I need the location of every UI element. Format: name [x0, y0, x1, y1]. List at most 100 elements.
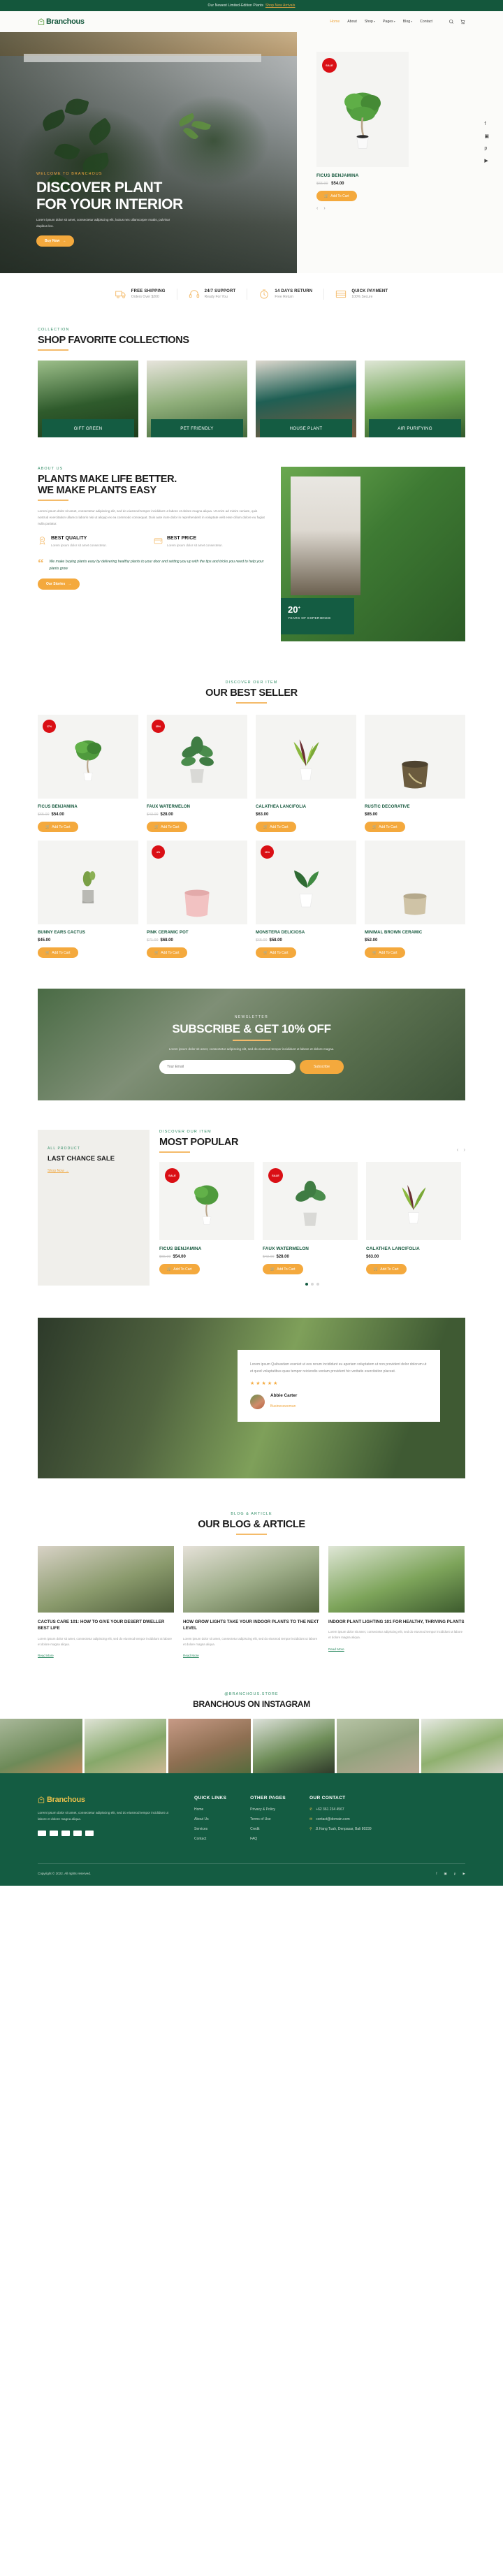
blog-card[interactable]: CACTUS CARE 101: HOW TO GIVE YOUR DESERT…	[38, 1546, 174, 1660]
add-to-cart-button[interactable]: 🛒 Add To Cart	[38, 822, 78, 832]
nav-item-contact[interactable]: Contact	[420, 20, 432, 24]
youtube-icon[interactable]: ▶	[462, 1872, 465, 1876]
footer-link[interactable]: Privacy & Policy	[250, 1807, 286, 1812]
footer-link[interactable]: Credit	[250, 1827, 286, 1831]
product-card[interactable]: RUSTIC DECORATIVE $85.00 🛒 Add To Cart	[365, 715, 465, 832]
add-to-cart-button[interactable]: 🛒 Add To Cart	[256, 947, 296, 958]
footer-logo[interactable]: Branchous	[38, 1796, 170, 1804]
hero-product-name: FICUS BENJAMINA	[316, 173, 359, 178]
blog-card[interactable]: HOW GROW LIGHTS TAKE YOUR INDOOR PLANTS …	[183, 1546, 319, 1660]
read-more-link[interactable]: Read More	[328, 1647, 344, 1651]
pinterest-icon[interactable]: p	[484, 146, 489, 151]
add-to-cart-button[interactable]: 🛒 Add To Cart	[38, 947, 78, 958]
cart-icon[interactable]	[460, 19, 465, 24]
nav-item-about[interactable]: About	[347, 20, 357, 24]
instagram-icon[interactable]: ▣	[484, 133, 489, 139]
instagram-tile[interactable]	[168, 1718, 251, 1773]
footer-link[interactable]: Services	[194, 1827, 226, 1831]
instagram-icon[interactable]: ▣	[444, 1872, 447, 1876]
product-card[interactable]: CALATHEA LANCIFOLIA $63.00 🛒 Add To Cart	[256, 715, 356, 832]
carousel-dot[interactable]	[316, 1283, 319, 1286]
nav-item-blog[interactable]: Blog▾	[403, 20, 412, 24]
instagram-tile[interactable]	[252, 1718, 335, 1773]
promo-shop-now-link[interactable]: Shop Now →	[48, 1169, 69, 1173]
testimonial-section: Lorem ipsum Quibusdam eveniet ut eos rer…	[38, 1318, 465, 1478]
product-card[interactable]: MINIMAL BROWN CERAMIC $52.00 🛒 Add To Car…	[365, 841, 465, 958]
facebook-icon[interactable]: f	[484, 122, 489, 126]
contact-address[interactable]: ⚲ Jl.Hang Tuah, Denpasar, Bali 80239	[309, 1827, 372, 1831]
add-to-cart-button[interactable]: 🛒 Add To Cart	[365, 947, 405, 958]
carousel-next-icon[interactable]: ›	[323, 206, 325, 211]
add-to-cart-button[interactable]: 🛒 Add To Cart	[263, 1264, 303, 1274]
product-card[interactable]: 11% MONSTERA DELICIOSA $65.00 $58.00 🛒 Add…	[256, 841, 356, 958]
pinterest-icon[interactable]: p	[454, 1872, 456, 1876]
instagram-tile[interactable]	[421, 1718, 503, 1773]
collection-card-house-plant[interactable]: HOUSE PLANT	[256, 361, 356, 437]
nav-item-home[interactable]: Home	[330, 20, 340, 24]
youtube-icon[interactable]: ▶	[484, 158, 489, 163]
promo-card[interactable]: ALL PRODUCT LAST CHANCE SALE Shop Now →	[38, 1130, 150, 1286]
add-to-cart-button[interactable]: 🛒 Add To Cart	[147, 822, 187, 832]
product-card[interactable]: SALE FAUX WATERMELON $43.00 $28.00 🛒 Add T…	[263, 1162, 358, 1274]
add-to-cart-button[interactable]: 🛒 Add To Cart	[316, 191, 357, 201]
add-to-cart-button[interactable]: 🛒 Add To Cart	[365, 822, 405, 832]
collection-card-air-purifying[interactable]: AIR PURIFYING	[365, 361, 465, 437]
product-card[interactable]: 35% FAUX WATERMELON $43.00 $28.00 🛒 Add To…	[147, 715, 247, 832]
nav-item-shop[interactable]: Shop▾	[365, 20, 375, 24]
add-to-cart-button[interactable]: 🛒 Add To Cart	[147, 947, 187, 958]
product-card[interactable]: CALATHEA LANCIFOLIA $63.00 🛒 Add To Cart	[366, 1162, 461, 1274]
collection-label: PET FRIENDLY	[151, 419, 243, 437]
contact-phone[interactable]: ✆ +62 361 234 4567	[309, 1807, 372, 1812]
footer-link[interactable]: Terms of Use	[250, 1817, 286, 1821]
feature-payment: QUICK PAYMENT 100% Secure	[324, 289, 399, 300]
price-current: $63.00	[256, 813, 269, 817]
product-price-row: $63.00	[256, 813, 356, 817]
carousel-dot[interactable]	[311, 1283, 314, 1286]
contact-email[interactable]: ✉ contact@domain.com	[309, 1817, 372, 1821]
subscribe-button[interactable]: Subscribe	[299, 1059, 344, 1074]
blog-post-excerpt: Lorem ipsum dolor sit amet, consectetur …	[183, 1636, 318, 1646]
footer-link[interactable]: Contact	[194, 1837, 226, 1841]
footer-link[interactable]: About Us	[194, 1817, 226, 1821]
product-card[interactable]: 17% FICUS BENJAMINA $65.00 $54.00 🛒 Add To…	[38, 715, 138, 832]
cart-icon: 🛒	[270, 1267, 275, 1272]
hero-cta-label: Buy Now	[45, 239, 60, 243]
about-features: BEST QUALITY Lorem ipsum dolor sit amet c…	[38, 536, 268, 548]
product-image: SALE	[263, 1162, 358, 1240]
collection-card-gift-green[interactable]: GIFT GREEN	[38, 361, 138, 437]
footer-brand: Branchous Lorem ipsum dolor sit amet, co…	[38, 1796, 170, 1847]
carousel-prev-icon[interactable]: ‹	[316, 206, 318, 211]
carousel-dot[interactable]	[305, 1283, 308, 1286]
product-card[interactable]: BUNNY EARS CACTUS $45.00 🛒 Add To Cart	[38, 841, 138, 958]
carousel-next-icon[interactable]: ›	[463, 1147, 465, 1153]
hero-product-card[interactable]: SALE FICUS BENJAMINA $65.00 $54.00 🛒 Add…	[316, 52, 409, 211]
product-card[interactable]: SALE FICUS BENJAMINA $65.00 $54.00 🛒 Add T…	[159, 1162, 254, 1274]
add-to-cart-button[interactable]: 🛒 Add To Cart	[256, 822, 296, 832]
hero-cta-button[interactable]: Buy Now →	[36, 235, 75, 247]
nav-item-pages[interactable]: Pages▾	[383, 20, 395, 24]
instagram-tile[interactable]	[0, 1718, 82, 1773]
add-to-cart-button[interactable]: 🛒 Add To Cart	[159, 1264, 200, 1274]
footer-link[interactable]: Home	[194, 1807, 226, 1812]
instagram-tile[interactable]	[84, 1718, 166, 1773]
read-more-link[interactable]: Read More	[38, 1654, 54, 1657]
search-icon[interactable]	[449, 19, 454, 24]
about-eyebrow: ABOUT US	[38, 467, 64, 471]
email-input[interactable]	[159, 1059, 296, 1074]
collection-card-pet-friendly[interactable]: PET FRIENDLY	[147, 361, 247, 437]
price-current: $85.00	[365, 813, 378, 817]
plant-illustration	[194, 1185, 219, 1225]
brand-logo[interactable]: Branchous	[38, 17, 85, 26]
announcement-link[interactable]: Shop New Arrivals	[265, 3, 296, 8]
our-stories-button[interactable]: Our Stories →	[38, 578, 80, 590]
footer-link[interactable]: FAQ	[250, 1837, 286, 1841]
instagram-tile[interactable]	[337, 1718, 419, 1773]
add-to-cart-button[interactable]: 🛒 Add To Cart	[366, 1264, 407, 1274]
read-more-link[interactable]: Read More	[183, 1654, 199, 1657]
carousel-prev-icon[interactable]: ‹	[457, 1147, 459, 1153]
facebook-icon[interactable]: f	[436, 1872, 437, 1876]
about-feature-sub: Lorem ipsum dolor sit amet consectetur.	[167, 543, 223, 547]
product-card[interactable]: 4% PINK CERAMIC POT $71.00 $68.00 🛒 Add To…	[147, 841, 247, 958]
about-feature-title: BEST PRICE	[167, 535, 197, 541]
blog-card[interactable]: INDOOR PLANT LIGHTING 101 FOR HEALTHY, T…	[328, 1546, 465, 1660]
